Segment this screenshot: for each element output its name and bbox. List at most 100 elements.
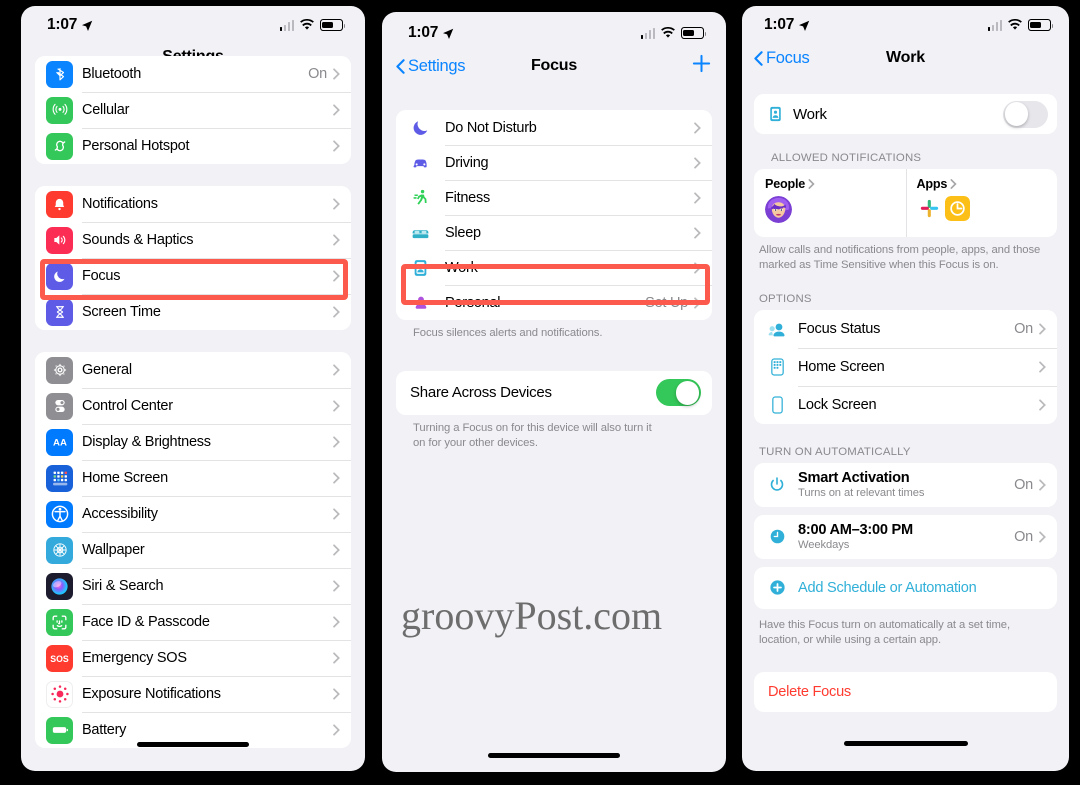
back-button-settings[interactable]: Settings [396, 57, 466, 76]
chevron-right-icon [333, 616, 340, 628]
work-master-row[interactable]: Work [754, 94, 1057, 134]
focus-row-sleep[interactable]: Sleep [396, 215, 712, 250]
allowed-apps-cell[interactable]: Apps [905, 169, 1058, 237]
allowed-people-head[interactable]: People [765, 177, 895, 191]
settings-row-home-screen[interactable]: Home Screen [35, 460, 351, 496]
settings-row-face-id-passcode[interactable]: Face ID & Passcode [35, 604, 351, 640]
focus-row-label: Driving [445, 154, 489, 171]
settings-row-display-brightness[interactable]: AA Display & Brightness [35, 424, 351, 460]
smart-activation-label: Smart Activation [798, 470, 910, 487]
back-button-focus[interactable]: Focus [754, 49, 810, 68]
chevron-left-icon [754, 50, 763, 66]
chevron-right-icon [333, 508, 340, 520]
settings-row-cellular[interactable]: Cellular [35, 92, 351, 128]
status-bar-time-group: 1:07 [408, 24, 454, 42]
status-bar-time-group: 1:07 [764, 16, 810, 34]
status-bar-time-group: 1:07 [47, 16, 93, 34]
delete-focus-row[interactable]: Delete Focus [754, 671, 1057, 712]
cellular-signal-icon [987, 19, 1002, 31]
work-master-label: Work [793, 105, 827, 123]
chevron-right-icon [694, 121, 701, 134]
highlight-box-work-row [401, 264, 710, 305]
options-header: OPTIONS [759, 292, 812, 305]
allowed-notifications-card: People Apps [754, 169, 1057, 237]
smart-activation-value: On [1014, 476, 1033, 493]
schedule-sub: Weekdays [798, 539, 850, 552]
hotspot-icon [46, 132, 73, 160]
work-master-toggle[interactable] [1003, 100, 1048, 128]
share-across-devices-label: Share Across Devices [410, 384, 552, 402]
turn-on-automatically-header: TURN ON AUTOMATICALLY [759, 445, 911, 458]
delete-focus-group: Delete Focus [754, 671, 1057, 712]
face-id-icon [46, 608, 73, 636]
settings-row-emergency-sos[interactable]: SOS Emergency SOS [35, 640, 351, 676]
settings-row-accessibility[interactable]: Accessibility [35, 496, 351, 532]
settings-row-siri-search[interactable]: Siri & Search [35, 568, 351, 604]
option-row-lock-screen[interactable]: Lock Screen [754, 385, 1057, 424]
work-scroll-area[interactable]: Work ALLOWED NOTIFICATIONS People Apps A… [742, 76, 1069, 712]
settings-row-label: Home Screen [82, 470, 168, 486]
allowed-people-cell[interactable]: People [754, 169, 906, 237]
location-arrow-icon [798, 19, 810, 31]
allowed-apps-label: Apps [916, 177, 948, 191]
focus-row-label: Sleep [445, 224, 481, 241]
chevron-right-icon [333, 68, 340, 80]
chevron-right-icon [333, 198, 340, 210]
option-row-focus-status[interactable]: Focus Status On [754, 309, 1057, 348]
chevron-right-icon [333, 544, 340, 556]
settings-row-notifications[interactable]: Notifications [35, 186, 351, 222]
home-indicator [843, 741, 968, 746]
focus-row-driving[interactable]: Driving [396, 145, 712, 180]
settings-row-sounds-haptics[interactable]: Sounds & Haptics [35, 222, 351, 258]
status-bar-indicators [987, 19, 1054, 31]
accessibility-icon [46, 500, 73, 528]
running-person-icon [409, 184, 432, 211]
settings-row-value: On [308, 66, 327, 82]
add-schedule-or-automation-row[interactable]: Add Schedule or Automation [754, 566, 1057, 609]
control-center-icon [46, 392, 73, 420]
add-focus-button[interactable] [691, 53, 712, 79]
focus-row-do-not-disturb[interactable]: Do Not Disturb [396, 110, 712, 145]
settings-row-control-center[interactable]: Control Center [35, 388, 351, 424]
allowed-notifications-footnote: Allow calls and notifications from peopl… [759, 244, 1041, 271]
settings-scroll-area[interactable]: Bluetooth On Cellular Personal Hotspot N… [21, 56, 365, 748]
settings-row-label: Battery [82, 722, 127, 738]
exposure-notifications-icon [46, 680, 73, 708]
share-across-devices-group: Share Across Devices [396, 370, 712, 415]
svg-text:SOS: SOS [50, 654, 69, 664]
settings-row-exposure-notifications[interactable]: Exposure Notifications [35, 676, 351, 712]
share-across-devices-toggle[interactable] [656, 379, 701, 407]
status-bar: 1:07 [742, 6, 1069, 40]
focus-row-fitness[interactable]: Fitness [396, 180, 712, 215]
settings-row-bluetooth[interactable]: Bluetooth On [35, 56, 351, 92]
option-row-home-screen[interactable]: Home Screen [754, 347, 1057, 386]
allowed-apps-head[interactable]: Apps [917, 177, 1047, 191]
highlight-box-focus-row [40, 259, 348, 300]
chevron-right-icon [333, 580, 340, 592]
settings-row-label: Wallpaper [82, 542, 145, 558]
share-across-devices-row[interactable]: Share Across Devices [396, 370, 712, 415]
bed-icon [409, 219, 432, 246]
chevron-right-icon [694, 156, 701, 169]
focus-list-footnote: Focus silences alerts and notifications. [413, 327, 603, 339]
navigation-bar: Settings Focus [382, 46, 726, 86]
settings-row-personal-hotspot[interactable]: Personal Hotspot [35, 128, 351, 164]
screen-time-hourglass-icon [46, 298, 73, 326]
general-gear-icon [46, 356, 73, 384]
settings-row-label: Accessibility [82, 506, 158, 522]
settings-row-wallpaper[interactable]: Wallpaper [35, 532, 351, 568]
wallpaper-icon [46, 536, 73, 564]
clock-icon [766, 523, 788, 550]
settings-row-label: Display & Brightness [82, 434, 211, 450]
schedule-row[interactable]: 8:00 AM–3:00 PM Weekdays On [754, 514, 1057, 559]
smart-activation-text: Smart Activation Turns on at relevant ti… [798, 470, 1014, 499]
smart-activation-row[interactable]: Smart Activation Turns on at relevant ti… [754, 462, 1057, 507]
bluetooth-icon [46, 60, 73, 88]
settings-row-general[interactable]: General [35, 352, 351, 388]
sounds-speaker-icon [46, 226, 73, 254]
chevron-right-icon [1039, 323, 1046, 335]
chevron-right-icon [333, 364, 340, 376]
allowed-people-avatars [765, 196, 895, 223]
chevron-right-icon [1039, 479, 1046, 491]
battery-settings-icon [46, 716, 73, 744]
